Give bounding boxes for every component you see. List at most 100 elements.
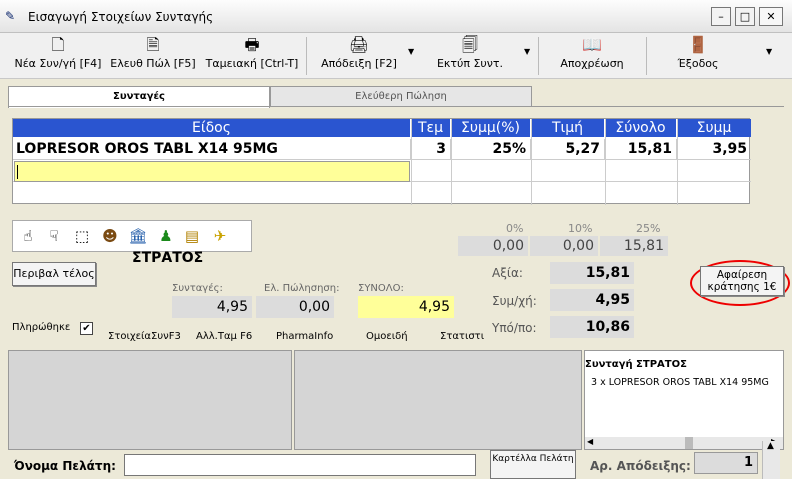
statistics-link[interactable]: Στατιστι <box>440 331 484 342</box>
col-header-coins-pct[interactable]: Συμμ(%) <box>451 119 531 137</box>
grid-line <box>531 119 532 205</box>
remainder-amount: 10,86 <box>550 316 634 338</box>
new-item-input[interactable] <box>14 161 410 182</box>
select-rect-icon[interactable]: ⬚ <box>71 224 93 248</box>
table-row-coins-pct[interactable]: 25% <box>451 139 531 159</box>
grid-line <box>13 159 751 160</box>
bottom-panels: Συνταγή ΣΤΡΑΤΟΣ 3 x LOPRESOR OROS TABL X… <box>8 350 784 450</box>
card-icon[interactable]: ▤ <box>181 224 203 248</box>
pct-value-25: 15,81 <box>600 236 668 256</box>
free-sale-total-label: Ελ. Πώλησηση: <box>264 283 340 294</box>
horizontal-scrollbar[interactable]: ◀ ▶ <box>585 437 783 449</box>
customer-row: Όνομα Πελάτη: Καρτέλλα Πελάτη Αρ. Απόδει… <box>0 450 792 479</box>
value-label: Αξία: <box>492 266 523 280</box>
remove-deduction-button[interactable]: Αφαίρεση κράτησης 1€ <box>700 266 784 296</box>
pct-value-0: 0,00 <box>458 236 528 256</box>
grid-line <box>411 119 412 205</box>
pointer-icon[interactable]: ☟ <box>43 224 65 248</box>
col-header-coins[interactable]: Συμμ <box>677 119 751 137</box>
free-sale-total-value: 0,00 <box>256 296 334 318</box>
pct-label-10: 10% <box>568 222 593 235</box>
toolbar-separator <box>306 37 307 75</box>
similar-items-link[interactable]: Ομοειδή <box>366 331 408 342</box>
receipt-number-label: Αρ. Απόδειξης: <box>590 459 691 473</box>
exit-dropdown-icon[interactable]: ▼ <box>766 47 772 56</box>
scroll-thumb[interactable] <box>685 437 693 449</box>
tree-item[interactable]: 3 x LOPRESOR OROS TABL X14 95MG <box>591 377 783 388</box>
print-prescription-button[interactable]: 🗐 Εκτύπ Συντ. <box>426 33 514 77</box>
prescriptions-total-value: 4,95 <box>172 296 252 318</box>
receipt-button[interactable]: 🖨 Απόδειξη [F2] <box>316 33 402 77</box>
doctor-icon[interactable]: ♟ <box>155 224 177 248</box>
receipt-number-value: 1 <box>694 452 758 474</box>
insurer-name: ΣΤΡΑΤΟΣ <box>132 250 204 266</box>
receipt-dropdown-icon[interactable]: ▼ <box>408 47 414 56</box>
customer-name-label: Όνομα Πελάτη: <box>14 459 116 473</box>
print-dropdown-icon[interactable]: ▼ <box>524 47 530 56</box>
scroll-left-icon[interactable]: ◀ <box>587 437 593 446</box>
print-prescription-icon: 🗐 <box>462 35 478 54</box>
left-panel <box>8 350 292 450</box>
book-icon: 📖 <box>582 35 602 54</box>
pct-label-25: 25% <box>636 222 661 235</box>
table-row-price[interactable]: 5,27 <box>531 139 605 159</box>
remainder-label: Υπό/πο: <box>492 321 537 335</box>
grid-line <box>605 119 606 205</box>
scroll-up-icon[interactable]: ▲ <box>767 441 774 451</box>
paid-label: Πληρώθηκε <box>12 322 71 333</box>
free-sale-button[interactable]: 🗎 Ελευθ Πώλ [F5] <box>108 33 198 77</box>
environment-fee-button[interactable]: Περιβαλ τέλος <box>12 262 96 286</box>
tab-strip: Συνταγές Ελεύθερη Πώληση <box>8 86 784 112</box>
person-icon[interactable]: ☻ <box>99 224 121 248</box>
tab-free-sale[interactable]: Ελεύθερη Πώληση <box>270 86 532 106</box>
contribution-amount: 4,95 <box>550 289 634 311</box>
new-doc-icon: 🗋 <box>51 35 65 54</box>
prescription-details-link[interactable]: ΣτοιχείαΣυνF3 <box>108 331 181 342</box>
other-register-link[interactable]: Αλλ.Ταμ F6 <box>196 331 252 342</box>
exit-door-icon: 🚪 <box>688 35 708 54</box>
tab-prescriptions[interactable]: Συνταγές <box>8 86 270 108</box>
new-prescription-button[interactable]: 🗋 Νέα Συν/γή [F4] <box>14 33 102 77</box>
grand-total-value: 4,95 <box>358 296 454 318</box>
exit-button[interactable]: 🚪 Έξοδος <box>660 33 736 77</box>
vertical-scrollbar[interactable]: ▲ <box>762 441 780 479</box>
col-header-qty[interactable]: Τεμ <box>411 119 451 137</box>
toolbar: 🗋 Νέα Συν/γή [F4] 🗎 Ελευθ Πώλ [F5] 🖶 Ταμεια… <box>0 33 792 79</box>
table-row-item[interactable]: LOPRESOR OROS TABL X14 95MG <box>13 139 411 159</box>
col-header-total[interactable]: Σύνολο <box>605 119 677 137</box>
table-row-total[interactable]: 15,81 <box>605 139 677 159</box>
tree-root[interactable]: Συνταγή ΣΤΡΑΤΟΣ <box>585 359 687 370</box>
cash-register-icon: 🖶 <box>244 35 260 54</box>
pharmainfo-link[interactable]: PharmaInfo <box>276 331 333 342</box>
maximize-button[interactable]: □ <box>735 7 755 26</box>
hand-icon[interactable]: ☝ <box>17 224 39 248</box>
customer-card-button[interactable]: Καρτέλλα Πελάτη <box>490 450 576 479</box>
col-header-item[interactable]: Είδος <box>13 119 411 137</box>
table-row-qty[interactable]: 3 <box>411 139 451 159</box>
action-icon-strip: ☝ ☟ ⬚ ☻ 🏛 ♟ ▤ ✈ <box>12 220 252 252</box>
plane-icon[interactable]: ✈ <box>209 224 231 248</box>
col-header-price[interactable]: Τιμή <box>531 119 605 137</box>
printer-icon: 🖨 <box>348 35 370 54</box>
debit-button[interactable]: 📖 Αποχρέωση <box>550 33 634 77</box>
prescriptions-total-label: Συνταγές: <box>172 283 223 294</box>
close-button[interactable]: ✕ <box>759 7 783 26</box>
toolbar-separator <box>646 37 647 75</box>
title-bar: ✎ Εισαγωγή Στοιχείων Συνταγής – □ ✕ <box>0 0 792 33</box>
grid-line <box>451 119 452 205</box>
cash-register-button[interactable]: 🖶 Ταμειακή [Ctrl-T] <box>202 33 302 77</box>
customer-name-input[interactable] <box>124 454 476 476</box>
paid-checkbox[interactable]: ✔ <box>80 322 93 335</box>
toolbar-separator <box>538 37 539 75</box>
grand-total-label: ΣΥΝΟΛΟ: <box>358 283 404 294</box>
value-amount: 15,81 <box>550 262 634 284</box>
pct-label-0: 0% <box>506 222 524 235</box>
table-row-coins[interactable]: 3,95 <box>677 139 751 159</box>
prescription-tree[interactable]: Συνταγή ΣΤΡΑΤΟΣ 3 x LOPRESOR OROS TABL X… <box>584 350 784 450</box>
window-title: Εισαγωγή Στοιχείων Συνταγής <box>28 10 214 24</box>
items-grid[interactable]: Είδος Τεμ Συμμ(%) Τιμή Σύνολο Συμμ LOPRE… <box>12 118 751 205</box>
pct-value-10: 0,00 <box>530 236 598 256</box>
minimize-button[interactable]: – <box>711 7 731 26</box>
bank-icon[interactable]: 🏛 <box>127 224 149 248</box>
free-sale-icon: 🗎 <box>146 35 160 54</box>
